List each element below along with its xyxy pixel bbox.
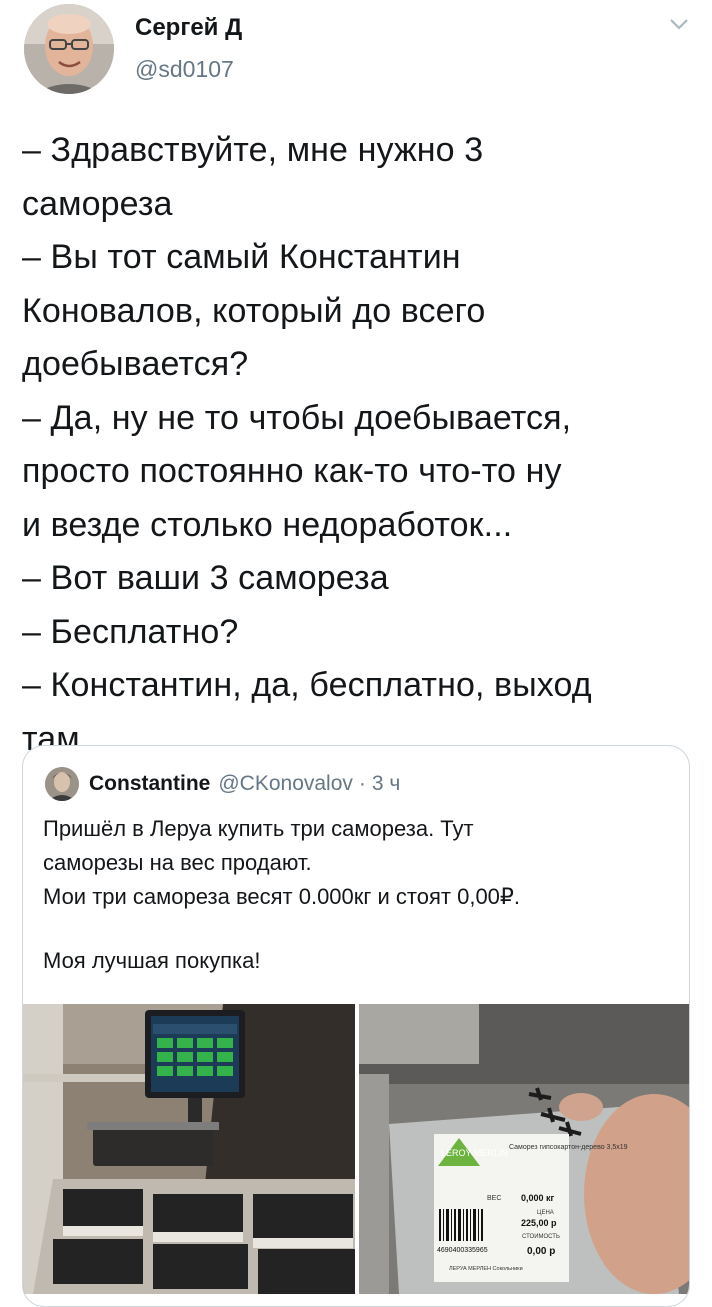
quoted-line: Моя лучшая покупка!: [43, 948, 261, 973]
quoted-line: Мои три самореза весят 0.000кг и стоят 0…: [43, 884, 521, 909]
tweet-line: – Вы тот самый Константин: [22, 238, 461, 276]
label-price-caption: ЦЕНА: [537, 1210, 554, 1216]
label-total-caption: СТОИМОСТЬ: [522, 1234, 560, 1240]
tweet-body: – Здравствуйте, мне нужно 3 самореза – В…: [22, 124, 702, 766]
label-brand: LEROY MERLIN: [441, 1148, 508, 1158]
quoted-timestamp[interactable]: 3 ч: [372, 772, 400, 796]
tweet-line: и везде столько недоработок...: [22, 505, 513, 544]
photo-label-closeup[interactable]: LEROY MERLIN Саморез гипсокартон-дерево …: [359, 1004, 689, 1294]
quoted-avatar[interactable]: [45, 767, 79, 801]
tweet-line: – Вот ваши 3 самореза: [22, 559, 389, 597]
tweet-line: – Здравствуйте, мне нужно 3: [22, 131, 484, 169]
label-store: ЛЕРУА МЕРЛЕН Сокольники: [449, 1266, 523, 1272]
label-barcode-number: 4690400335965: [437, 1247, 488, 1254]
quoted-author-handle[interactable]: @CKonovalov: [218, 772, 353, 796]
quoted-tweet[interactable]: Constantine @CKonovalov · 3 ч Пришёл в Л…: [22, 745, 690, 1307]
quoted-line: Пришёл в Леруа купить три самореза. Тут: [43, 816, 474, 841]
quoted-author-name[interactable]: Constantine: [89, 772, 210, 796]
label-photo: LEROY MERLIN Саморез гипсокартон-дерево …: [359, 1004, 689, 1294]
author-avatar[interactable]: [24, 4, 114, 94]
label-total: 0,00 р: [527, 1246, 555, 1257]
chevron-down-icon[interactable]: [668, 16, 690, 32]
label-price: 225,00 р: [521, 1218, 557, 1228]
tweet-line: Коновалов, который до всего: [22, 291, 486, 330]
tweet-line: – Константин, да, бесплатно, выход: [22, 666, 592, 704]
avatar-photo: [24, 4, 114, 94]
quoted-avatar-photo: [45, 767, 79, 801]
photo-scale-display[interactable]: [23, 1004, 355, 1294]
tweet-line: – Бесплатно?: [22, 612, 239, 651]
tweet-line: – Да, ну не то чтобы доебывается,: [22, 398, 572, 437]
quoted-body: Пришёл в Леруа купить три самореза. Тут …: [43, 812, 683, 978]
author-name[interactable]: Сергей Д: [135, 14, 242, 42]
scale-photo: [23, 1004, 355, 1294]
separator-dot: ·: [358, 772, 366, 795]
tweet-line: доебывается?: [22, 345, 249, 383]
label-weight: 0,000 кг: [521, 1193, 555, 1203]
tweet-line: самореза: [22, 184, 173, 223]
quoted-line: саморезы на вес продают.: [43, 850, 312, 875]
quoted-header: Constantine @CKonovalov · 3 ч: [45, 764, 400, 804]
label-weight-caption: ВЕС: [487, 1195, 501, 1202]
tweet-line: просто постоянно как-то что-то ну: [22, 452, 562, 490]
author-handle[interactable]: @sd0107: [135, 56, 234, 83]
label-title: Саморез гипсокартон-дерево 3,5х19: [509, 1144, 628, 1151]
